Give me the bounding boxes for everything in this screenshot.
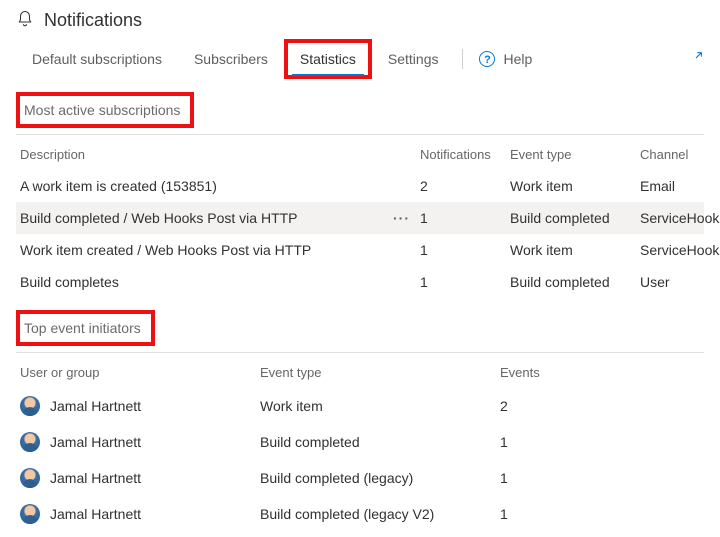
cell-event-type: Work item xyxy=(510,242,640,258)
divider xyxy=(16,134,704,135)
tab-subscribers[interactable]: Subscribers xyxy=(178,39,284,79)
cell-events: 1 xyxy=(500,434,700,450)
col-events[interactable]: Events xyxy=(500,365,700,380)
cell-notifications: 2 xyxy=(420,178,510,194)
col-user-or-group[interactable]: User or group xyxy=(20,365,260,380)
tab-settings[interactable]: Settings xyxy=(372,39,455,79)
expand-icon[interactable] xyxy=(688,50,704,69)
cell-notifications: 1 xyxy=(420,242,510,258)
table-header-row: User or group Event type Events xyxy=(16,357,704,388)
cell-event-type: Work item xyxy=(510,178,640,194)
table-header-row: Description Notifications Event type Cha… xyxy=(16,139,704,170)
table-row[interactable]: Jamal Hartnett Build completed (legacy V… xyxy=(16,496,704,532)
cell-description: Build completed / Web Hooks Post via HTT… xyxy=(20,210,383,226)
col-channel[interactable]: Channel xyxy=(640,147,700,162)
help-label: Help xyxy=(503,51,532,67)
col-event-type[interactable]: Event type xyxy=(260,365,500,380)
cell-description: A work item is created (153851) xyxy=(20,178,383,194)
col-event-type[interactable]: Event type xyxy=(510,147,640,162)
col-description[interactable]: Description xyxy=(20,147,420,162)
cell-events: 1 xyxy=(500,470,700,486)
cell-event-type: Build completed xyxy=(510,210,640,226)
help-link[interactable]: ? Help xyxy=(471,43,540,75)
cell-description: Work item created / Web Hooks Post via H… xyxy=(20,242,383,258)
tab-statistics[interactable]: Statistics xyxy=(284,39,372,79)
page-title: Notifications xyxy=(44,10,142,31)
page-header: Notifications xyxy=(16,10,704,31)
cell-notifications: 1 xyxy=(420,210,510,226)
avatar xyxy=(20,432,40,452)
cell-notifications: 1 xyxy=(420,274,510,290)
cell-event-type: Build completed xyxy=(260,434,500,450)
section-most-active-title: Most active subscriptions xyxy=(16,92,194,128)
cell-channel: Email xyxy=(640,178,700,194)
cell-channel: User xyxy=(640,274,700,290)
table-row[interactable]: Build completes··· 1 Build completed Use… xyxy=(16,266,704,298)
cell-channel: ServiceHooks xyxy=(640,210,720,226)
cell-user: Jamal Hartnett xyxy=(50,470,141,486)
cell-description: Build completes xyxy=(20,274,383,290)
cell-user: Jamal Hartnett xyxy=(50,434,141,450)
tab-bar: Default subscriptions Subscribers Statis… xyxy=(16,39,704,80)
table-row[interactable]: A work item is created (153851)··· 2 Wor… xyxy=(16,170,704,202)
section-top-initiators-title: Top event initiators xyxy=(16,310,155,346)
avatar xyxy=(20,468,40,488)
cell-events: 1 xyxy=(500,506,700,522)
most-active-subscriptions-table: Description Notifications Event type Cha… xyxy=(16,139,704,298)
cell-channel: ServiceHooks xyxy=(640,242,720,258)
cell-event-type: Build completed (legacy V2) xyxy=(260,506,500,522)
table-row[interactable]: Work item created / Web Hooks Post via H… xyxy=(16,234,704,266)
cell-event-type: Work item xyxy=(260,398,500,414)
cell-event-type: Build completed (legacy) xyxy=(260,470,500,486)
separator xyxy=(462,49,463,69)
bell-icon xyxy=(16,10,34,31)
help-icon: ? xyxy=(479,51,495,67)
cell-event-type: Build completed xyxy=(510,274,640,290)
cell-events: 2 xyxy=(500,398,700,414)
top-event-initiators-table: User or group Event type Events Jamal Ha… xyxy=(16,357,704,532)
col-notifications[interactable]: Notifications xyxy=(420,147,510,162)
more-icon[interactable]: ··· xyxy=(383,210,420,226)
table-row[interactable]: Jamal Hartnett Build completed 1 xyxy=(16,424,704,460)
table-row[interactable]: Build completed / Web Hooks Post via HTT… xyxy=(16,202,704,234)
avatar xyxy=(20,504,40,524)
tab-default-subscriptions[interactable]: Default subscriptions xyxy=(16,39,178,79)
divider xyxy=(16,352,704,353)
table-row[interactable]: Jamal Hartnett Build completed (legacy) … xyxy=(16,460,704,496)
table-row[interactable]: Jamal Hartnett Work item 2 xyxy=(16,388,704,424)
avatar xyxy=(20,396,40,416)
cell-user: Jamal Hartnett xyxy=(50,398,141,414)
cell-user: Jamal Hartnett xyxy=(50,506,141,522)
